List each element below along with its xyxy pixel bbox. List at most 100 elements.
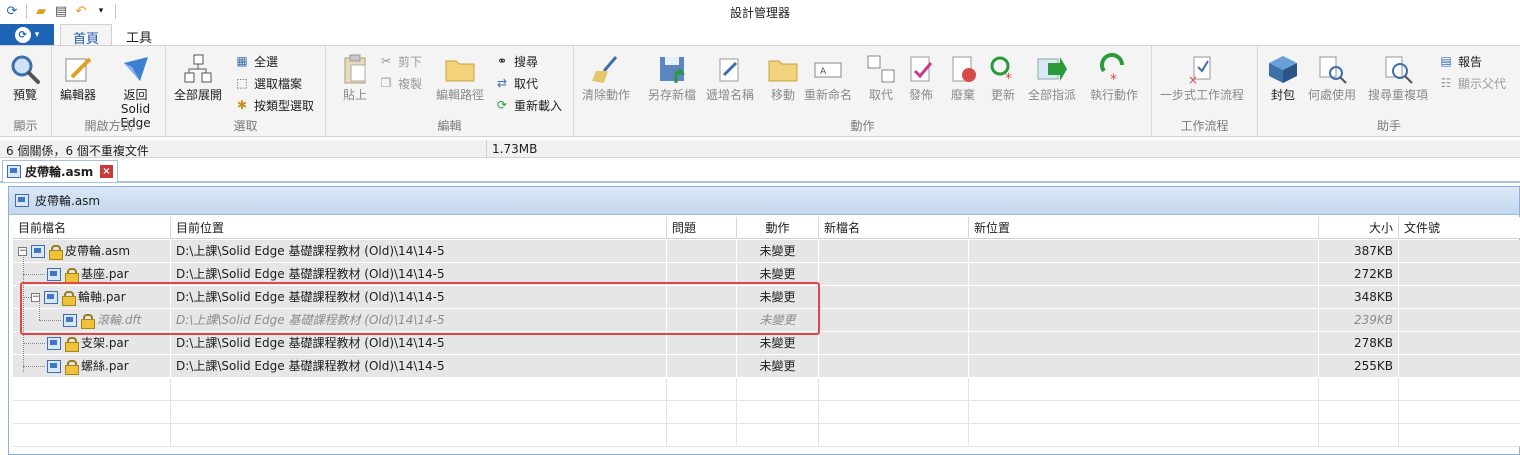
column-current-location[interactable]: 目前位置 [171,217,667,239]
tree-line [23,343,45,344]
group-display: 預覽 顯示 [0,46,52,136]
cut-button[interactable]: ✂ 剪下 [378,52,422,70]
tree-line [23,366,45,367]
update-icon: * [986,52,1020,86]
move-button[interactable]: 移動 [766,52,800,102]
assign-arrow-icon [1035,52,1069,86]
reload-icon: ⟳ [496,98,508,112]
save-as-button[interactable]: 另存新檔 [648,52,696,102]
publish-button[interactable]: 發佈 [904,52,938,102]
clipboard-icon [338,52,372,86]
replace-files-icon [864,52,898,86]
execute-action-button[interactable]: * 執行動作 [1090,52,1138,102]
tab-home[interactable]: 首頁 [60,24,113,47]
editor-button[interactable]: 編輯器 [60,52,96,102]
preview-button[interactable]: 預覽 [8,52,42,102]
expand-all-button[interactable]: 全部展開 [174,52,222,102]
part-file-icon [47,337,61,350]
find-duplicates-button[interactable]: 搜尋重複項 [1368,52,1428,102]
empty-row [13,401,1520,424]
report-button[interactable]: ▤ 報告 [1438,52,1482,70]
broom-icon [589,52,623,86]
part-file-icon [47,360,61,373]
select-files-icon: ⬚ [236,76,248,90]
column-document-number[interactable]: 文件號 [1399,217,1520,239]
table-row[interactable]: 支架.par D:\上課\Solid Edge 基礎課程教材 (Old)\14\… [13,332,1520,355]
edit-path-button[interactable]: 編輯路徑 [436,52,484,102]
where-used-icon [1315,52,1349,86]
app-logo-icon: ⟳ [14,27,31,43]
select-by-type-icon: ✱ [236,98,248,112]
group-open-with: 編輯器 返回 Solid Edge 開啟方式 [52,46,166,136]
tab-tools[interactable]: 工具 [114,24,164,46]
panel-header: 皮帶輪.asm [9,187,1519,215]
assembly-file-icon [15,194,29,207]
close-icon[interactable]: × [100,165,113,178]
part-file-icon [47,268,61,281]
reload-button[interactable]: ⟳ 重新載入 [494,96,562,114]
document-tab[interactable]: 皮帶輪.asm × [2,160,118,182]
replace-icon: ⇄ [496,76,508,90]
show-parent-icon: ☷ [1440,76,1452,90]
replace-action-button[interactable]: 取代 [864,52,898,102]
ribbon-tabs: ⟳ ▾ 首頁 工具 [0,24,1520,47]
grid-header: 目前檔名 目前位置 問題 動作 新檔名 新位置 大小 文件號 [13,217,1520,239]
copy-icon: ❐ [380,76,392,90]
increment-name-button[interactable]: 遞增名稱 [706,52,754,102]
rename-icon: A [811,52,845,86]
select-all-button[interactable]: ▦ 全選 [234,52,278,70]
find-duplicates-icon [1381,52,1415,86]
publish-icon [904,52,938,86]
lock-icon [65,360,79,375]
show-parent-button[interactable]: ☷ 顯示父代 [1438,74,1506,92]
table-row[interactable]: 螺絲.par D:\上課\Solid Edge 基礎課程教材 (Old)\14\… [13,355,1520,378]
relationship-summary: 6 個關係，6 個不重複文件 [6,144,149,158]
svg-text:*: * [1005,71,1012,85]
package-icon [1266,52,1300,86]
lock-icon [65,268,79,283]
pencil-icon [61,52,95,86]
clear-action-button[interactable]: 清除動作 [582,52,630,102]
group-assistant: 封包 何處使用 搜尋重複項 ▤ 報告 ☷ 顯示父代 助手 [1258,46,1520,136]
empty-row [13,424,1520,447]
replace-button[interactable]: ⇄ 取代 [494,74,538,92]
column-new-name[interactable]: 新檔名 [819,217,969,239]
column-current-name[interactable]: 目前檔名 [13,217,171,239]
column-size[interactable]: 大小 [1319,217,1399,239]
lock-icon [65,337,79,352]
rename-button[interactable]: A 重新命名 [804,52,852,102]
application-menu-button[interactable]: ⟳ ▾ [0,24,54,46]
group-action: 清除動作 另存新檔 遞增名稱 移動 A 重新命名 取代 發佈 廢棄 * 更新 全… [574,46,1152,136]
status-bar: 6 個關係，6 個不重複文件 1.73MB [0,140,1520,158]
assign-all-button[interactable]: 全部指派 [1028,52,1076,102]
select-all-icon: ▦ [236,54,248,68]
where-used-button[interactable]: 何處使用 [1308,52,1356,102]
select-by-type-button[interactable]: ✱ 按類型選取 [234,96,314,114]
collapse-toggle-icon[interactable]: − [18,247,27,256]
column-action[interactable]: 動作 [737,217,819,239]
obsolete-button[interactable]: 廢棄 [946,52,980,102]
ribbon: 預覽 顯示 編輯器 返回 Solid Edge 開啟方式 全部展開 ▦ 全選 ⬚… [0,45,1520,137]
table-row[interactable]: − 皮帶輪.asm D:\上課\Solid Edge 基礎課程教材 (Old)\… [13,240,1520,263]
tree-expand-icon [181,52,215,86]
svg-text:A: A [820,67,827,77]
highlight-box [20,282,820,335]
paste-button[interactable]: 貼上 [338,52,372,102]
tree-line [23,274,45,275]
save-icon [655,52,689,86]
group-workflow: × 一步式工作流程 工作流程 [1152,46,1258,136]
magnifier-icon [8,52,42,86]
column-new-location[interactable]: 新位置 [969,217,1319,239]
search-button[interactable]: ⚭ 搜尋 [494,52,538,70]
pack-button[interactable]: 封包 [1266,52,1300,102]
obsolete-icon [946,52,980,86]
copy-button[interactable]: ❐ 複製 [378,74,422,92]
window-title: 設計管理器 [729,6,790,20]
solid-edge-icon [119,52,153,86]
select-files-button[interactable]: ⬚ 選取檔案 [234,74,302,92]
one-step-workflow-button[interactable]: × 一步式工作流程 [1160,52,1244,102]
assembly-file-icon [31,245,45,258]
column-issue[interactable]: 問題 [667,217,737,239]
total-size: 1.73MB [492,142,538,156]
update-button[interactable]: * 更新 [986,52,1020,102]
